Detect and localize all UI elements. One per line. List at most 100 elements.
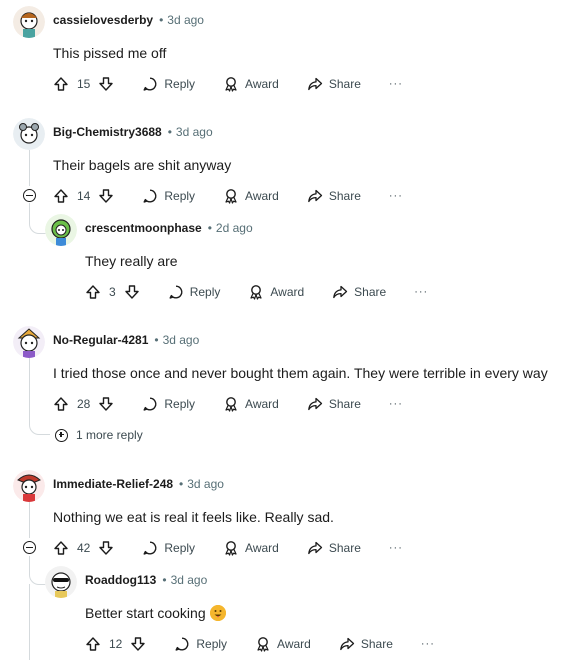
reply-button[interactable]: Reply: [142, 396, 195, 412]
award-button[interactable]: Award: [248, 284, 304, 300]
upvote-icon[interactable]: [85, 636, 101, 652]
award-icon: [223, 188, 239, 204]
vote-group: 42: [53, 540, 114, 556]
avatar[interactable]: [13, 118, 45, 150]
separator-dot: •: [162, 573, 167, 587]
downvote-icon[interactable]: [98, 76, 114, 92]
reply-icon: [142, 188, 158, 204]
reply-button[interactable]: Reply: [168, 284, 221, 300]
vote-group: 15: [53, 76, 114, 92]
comment-actions: 14 Reply Award Share ···: [53, 184, 403, 208]
share-button[interactable]: Share: [307, 540, 361, 556]
award-label: Award: [245, 541, 279, 555]
more-replies-link[interactable]: 1 more reply: [55, 428, 143, 442]
comment-actions: 42 Reply Award Share ···: [53, 536, 403, 560]
downvote-icon[interactable]: [98, 188, 114, 204]
reply-icon: [142, 396, 158, 412]
reply-icon: [142, 540, 158, 556]
share-label: Share: [328, 189, 361, 203]
award-icon: [255, 636, 271, 652]
avatar[interactable]: [13, 326, 45, 358]
share-button[interactable]: Share: [307, 76, 361, 92]
avatar[interactable]: [13, 6, 45, 38]
upvote-icon[interactable]: [53, 396, 69, 412]
more-options-icon[interactable]: ···: [389, 398, 403, 410]
thread-connector: [29, 556, 46, 585]
share-label: Share: [328, 77, 361, 91]
comment-timestamp[interactable]: 2d ago: [216, 221, 253, 235]
comment-actions: 12 Reply Award Share ···: [85, 632, 435, 656]
comment-timestamp[interactable]: 3d ago: [187, 477, 224, 491]
comment-actions: 15 Reply Award Share ···: [53, 72, 403, 96]
share-icon: [307, 396, 323, 412]
separator-dot: •: [154, 333, 159, 347]
downvote-icon[interactable]: [98, 540, 114, 556]
share-button[interactable]: Share: [307, 188, 361, 204]
vote-count: 14: [77, 189, 91, 203]
comment-author[interactable]: No-Regular-4281: [53, 333, 148, 347]
comment-timestamp[interactable]: 3d ago: [176, 125, 213, 139]
comment-author[interactable]: Immediate-Relief-248: [53, 477, 173, 491]
more-options-icon[interactable]: ···: [414, 286, 428, 298]
comment-author[interactable]: cassielovesderby: [53, 13, 153, 27]
award-button[interactable]: Award: [223, 540, 279, 556]
comment-body: This pissed me off: [53, 45, 167, 61]
reply-button[interactable]: Reply: [142, 188, 195, 204]
award-label: Award: [245, 189, 279, 203]
comment-timestamp[interactable]: 3d ago: [163, 333, 200, 347]
vote-count: 12: [109, 637, 123, 651]
vote-group: 28: [53, 396, 114, 412]
comment-actions: 28 Reply Award Share ···: [53, 392, 403, 416]
reply-button[interactable]: Reply: [174, 636, 227, 652]
share-button[interactable]: Share: [339, 636, 393, 652]
comment-author[interactable]: Big-Chemistry3688: [53, 125, 162, 139]
reply-button[interactable]: Reply: [142, 540, 195, 556]
more-options-icon[interactable]: ···: [389, 78, 403, 90]
share-button[interactable]: Share: [332, 284, 386, 300]
upvote-icon[interactable]: [53, 76, 69, 92]
separator-dot: •: [167, 125, 172, 139]
reply-button[interactable]: Reply: [142, 76, 195, 92]
more-replies-label: 1 more reply: [76, 428, 143, 442]
reply-label: Reply: [189, 285, 221, 299]
thread-connector: [29, 416, 50, 435]
reply-label: Reply: [164, 541, 196, 555]
comment-body: I tried those once and never bought them…: [53, 365, 548, 381]
emoji-icon: [209, 605, 226, 621]
share-button[interactable]: Share: [307, 396, 361, 412]
vote-group: 14: [53, 188, 114, 204]
upvote-icon[interactable]: [53, 188, 69, 204]
avatar[interactable]: [45, 566, 77, 598]
reply-label: Reply: [196, 637, 228, 651]
award-label: Award: [245, 77, 279, 91]
avatar[interactable]: [13, 470, 45, 502]
more-options-icon[interactable]: ···: [421, 638, 435, 650]
award-button[interactable]: Award: [223, 396, 279, 412]
comment-timestamp[interactable]: 3d ago: [167, 13, 204, 27]
vote-group: 12: [85, 636, 146, 652]
comment-author[interactable]: crescentmoonphase: [85, 221, 202, 235]
comment-body: Their bagels are shit anyway: [53, 157, 232, 173]
share-icon: [339, 636, 355, 652]
downvote-icon[interactable]: [124, 284, 140, 300]
separator-dot: •: [179, 477, 184, 491]
vote-group: 3: [85, 284, 140, 300]
comment-timestamp[interactable]: 3d ago: [171, 573, 208, 587]
vote-count: 15: [77, 77, 91, 91]
downvote-icon[interactable]: [130, 636, 146, 652]
award-button[interactable]: Award: [223, 188, 279, 204]
upvote-icon[interactable]: [85, 284, 101, 300]
avatar[interactable]: [45, 214, 77, 246]
award-icon: [223, 396, 239, 412]
award-button[interactable]: Award: [223, 76, 279, 92]
more-options-icon[interactable]: ···: [389, 542, 403, 554]
more-options-icon[interactable]: ···: [389, 190, 403, 202]
upvote-icon[interactable]: [53, 540, 69, 556]
collapse-icon[interactable]: [23, 189, 36, 202]
vote-count: 42: [77, 541, 91, 555]
collapse-icon[interactable]: [23, 541, 36, 554]
downvote-icon[interactable]: [98, 396, 114, 412]
comment-author[interactable]: Roaddog113: [85, 573, 156, 587]
award-button[interactable]: Award: [255, 636, 311, 652]
reply-label: Reply: [164, 77, 196, 91]
